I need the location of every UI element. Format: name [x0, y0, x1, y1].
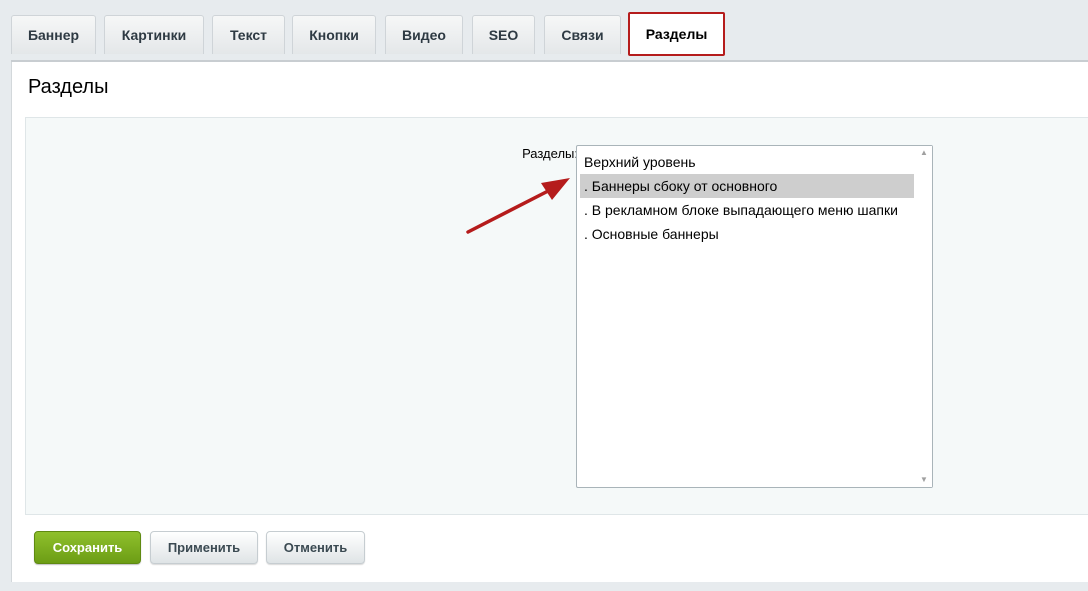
sections-listbox[interactable]: Верхний уровень . Баннеры сбоку от основ… [576, 145, 933, 488]
listbox-scrollbar[interactable]: ▲ ▼ [916, 146, 932, 487]
sections-options: Верхний уровень . Баннеры сбоку от основ… [580, 150, 914, 246]
tab-images[interactable]: Картинки [104, 15, 204, 54]
tab-text[interactable]: Текст [212, 15, 285, 54]
page: Баннер Картинки Текст Кнопки Видео SEO С… [0, 0, 1088, 591]
content-panel: Разделы Разделы: Верхний уровень . Банне… [11, 62, 1088, 582]
tab-seo[interactable]: SEO [472, 15, 535, 54]
section-option-main-banners[interactable]: . Основные баннеры [580, 222, 914, 246]
tab-bar: Баннер Картинки Текст Кнопки Видео SEO С… [0, 0, 1088, 60]
tab-video[interactable]: Видео [385, 15, 463, 54]
save-button[interactable]: Сохранить [34, 531, 141, 564]
apply-button[interactable]: Применить [150, 531, 258, 564]
tab-banner[interactable]: Баннер [11, 15, 96, 54]
form-area: Разделы: Верхний уровень . Баннеры сбоку… [25, 117, 1088, 515]
sections-field-label: Разделы: [522, 146, 578, 161]
tab-sections[interactable]: Разделы [628, 12, 725, 56]
scroll-up-icon[interactable]: ▲ [916, 146, 932, 160]
tab-buttons[interactable]: Кнопки [292, 15, 376, 54]
section-option-side-banners[interactable]: . Баннеры сбоку от основного [580, 174, 914, 198]
cancel-button[interactable]: Отменить [266, 531, 365, 564]
scroll-down-icon[interactable]: ▼ [916, 473, 932, 487]
section-option-header-menu-ads[interactable]: . В рекламном блоке выпадающего меню шап… [580, 198, 914, 222]
section-option-top-level[interactable]: Верхний уровень [580, 150, 914, 174]
page-title: Разделы [28, 76, 109, 98]
tab-links[interactable]: Связи [544, 15, 621, 54]
